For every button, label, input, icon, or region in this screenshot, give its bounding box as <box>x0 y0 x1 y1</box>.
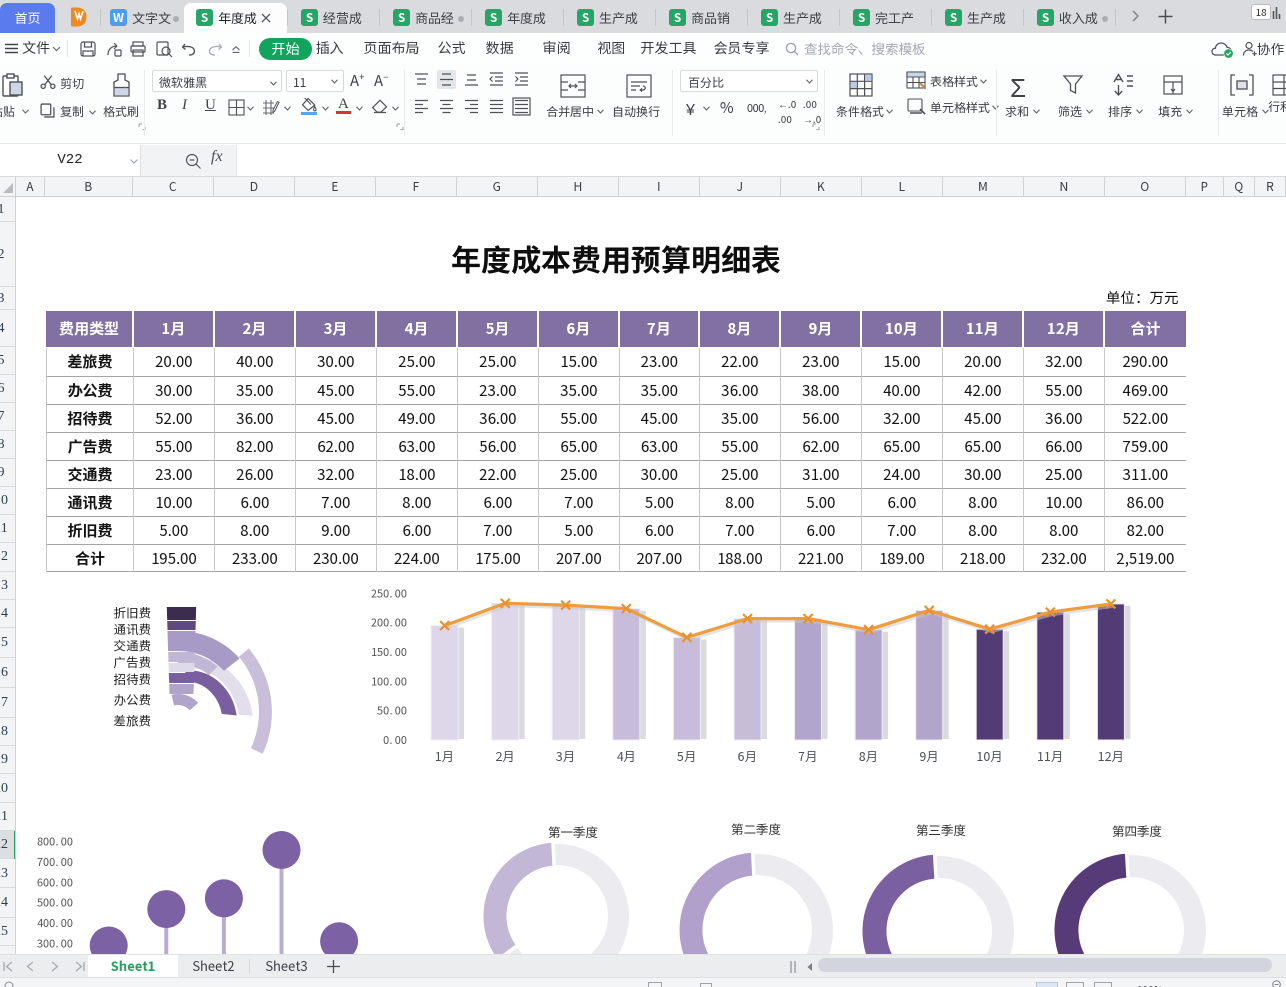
svg-text:第一季度: 第一季度 <box>548 822 599 841</box>
svg-text:办公费: 办公费 <box>113 690 151 709</box>
svg-text:50. 00: 50. 00 <box>377 703 407 719</box>
svg-text:7月: 7月 <box>798 746 817 765</box>
svg-text:3月: 3月 <box>556 746 575 765</box>
svg-text:10月: 10月 <box>977 746 1003 765</box>
svg-text:第四季度: 第四季度 <box>1112 822 1163 840</box>
svg-text:5月: 5月 <box>676 746 696 765</box>
svg-text:6月: 6月 <box>738 746 757 765</box>
svg-text:100. 00: 100. 00 <box>371 673 407 689</box>
svg-text:250. 00: 250. 00 <box>371 585 407 601</box>
svg-text:差旅费: 差旅费 <box>113 711 151 730</box>
svg-text:2月: 2月 <box>495 746 514 765</box>
svg-text:9月: 9月 <box>919 746 938 765</box>
svg-text:12月: 12月 <box>1098 746 1124 765</box>
svg-text:800. 00: 800. 00 <box>37 834 73 850</box>
svg-text:700. 00: 700. 00 <box>37 854 73 870</box>
svg-text:1月: 1月 <box>435 746 454 765</box>
svg-text:0. 00: 0. 00 <box>383 732 407 748</box>
svg-text:11月: 11月 <box>1037 746 1063 765</box>
svg-text:第二季度: 第二季度 <box>731 822 782 838</box>
svg-text:400. 00: 400. 00 <box>37 915 73 931</box>
svg-text:第三季度: 第三季度 <box>916 822 967 839</box>
svg-text:4月: 4月 <box>617 746 636 765</box>
svg-text:8月: 8月 <box>859 746 878 765</box>
svg-text:600. 00: 600. 00 <box>37 874 73 890</box>
svg-text:500. 00: 500. 00 <box>37 895 73 911</box>
svg-text:招待费: 招待费 <box>113 669 151 688</box>
svg-text:300. 00: 300. 00 <box>37 936 73 952</box>
svg-text:200. 00: 200. 00 <box>371 615 407 631</box>
svg-text:150. 00: 150. 00 <box>371 644 407 660</box>
